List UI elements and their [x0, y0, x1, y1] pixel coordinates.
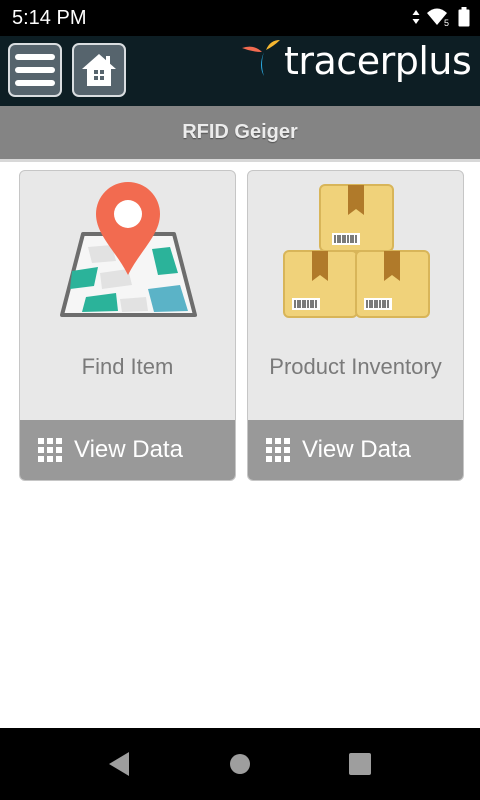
- home-button[interactable]: [72, 43, 126, 97]
- status-bar: 5:14 PM 5: [0, 0, 480, 36]
- screen-title-bar: RFID Geiger: [0, 106, 480, 162]
- app-header: tracerplus: [0, 36, 480, 106]
- product-inventory-illustration: [248, 171, 463, 331]
- view-data-button[interactable]: View Data: [20, 420, 235, 480]
- view-data-label: View Data: [302, 436, 411, 463]
- find-item-illustration: [20, 171, 235, 331]
- boxes-icon: [283, 184, 430, 318]
- screen-title: RFID Geiger: [182, 121, 298, 143]
- battery-icon: [458, 7, 470, 27]
- house-icon: [82, 54, 116, 86]
- hamburger-icon: [15, 54, 55, 86]
- network-badge: 5: [444, 18, 449, 27]
- recents-icon[interactable]: [349, 753, 371, 775]
- tracerplus-logo: tracerplus: [238, 36, 478, 106]
- view-data-button[interactable]: View Data: [248, 420, 463, 480]
- product-inventory-card[interactable]: Product Inventory View Data: [247, 170, 464, 481]
- grid-icon: [266, 438, 290, 462]
- status-time: 5:14 PM: [12, 7, 87, 29]
- box-top: [319, 184, 394, 252]
- box-right: [355, 250, 430, 318]
- data-arrows-icon: [412, 10, 420, 24]
- back-icon[interactable]: [107, 751, 131, 777]
- box-left: [283, 250, 358, 318]
- map-pin-icon: [60, 182, 197, 317]
- logo-text: tracerplus: [284, 39, 472, 83]
- find-item-card[interactable]: Find Item View Data: [19, 170, 236, 481]
- card-label: Product Inventory: [269, 354, 442, 379]
- view-data-label: View Data: [74, 436, 183, 463]
- logo-mark-icon: [242, 40, 280, 76]
- menu-button[interactable]: [8, 43, 62, 97]
- system-nav-bar: [0, 728, 480, 800]
- home-circle-icon[interactable]: [229, 753, 251, 775]
- card-label: Find Item: [81, 354, 174, 379]
- grid-icon: [38, 438, 62, 462]
- status-icons: 5: [412, 6, 470, 28]
- wifi-icon: 5: [427, 8, 449, 27]
